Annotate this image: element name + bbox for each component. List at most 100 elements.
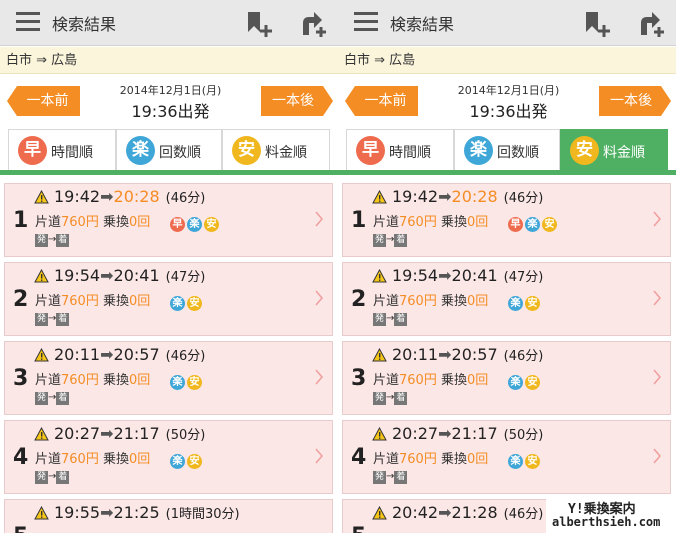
tab-sort-fare[interactable]: 安 料金順 [560,129,668,170]
dep-arr-chips: 発 → 着 [35,392,70,405]
result-row[interactable]: 3 20:11➡20:57 (46分) 片道760円 乗換0回 楽安 発 → 着 [342,341,671,415]
tab-sort-time[interactable]: 早 時間順 [346,129,454,170]
chevron-right-icon [653,211,662,227]
tab-sort-time[interactable]: 早 時間順 [8,129,116,170]
result-times: 20:27➡21:17 (50分) [392,424,543,443]
transfer-label: 乗換 [102,373,129,388]
easy-badge-icon: 楽 [508,296,523,311]
result-row[interactable]: 1 19:42➡20:28 (46分) 片道760円 乗換0回 早楽安 発 → 着 [4,183,333,257]
bookmark-add-icon[interactable] [245,10,275,38]
chevron-right-icon [653,290,662,306]
previous-train-button[interactable]: 一本前 [345,86,418,116]
result-row[interactable]: 1 19:42➡20:28 (46分) 片道760円 乗換0回 早楽安 発 → 着 [342,183,671,257]
warning-icon [34,506,49,520]
tab-label: 料金順 [603,145,645,161]
cheap-badge-icon: 安 [232,136,261,165]
app-bar: 検索結果 [338,0,676,46]
fare-transfer: 片道760円 乗換0回 [35,448,150,467]
fastest-badge-icon: 早 [356,136,385,165]
watermark: Y!乗換案内 alberthsieh.com [546,496,676,533]
fare-label: 片道 [35,294,62,309]
arrival-time: 20:57 [451,345,498,364]
transfer-label: 乗換 [102,452,129,467]
arrive-chip: 着 [394,313,408,326]
arrow-right-icon: ➡ [100,345,114,364]
fastest-badge-icon: 早 [170,217,185,232]
cheap-badge-icon: 安 [542,217,557,232]
duration: (46分) [165,191,206,206]
fare-transfer: 片道760円 乗換0回 [35,211,150,230]
chevron-right-icon [315,369,324,385]
arrow-right-icon: ➡ [100,266,114,285]
next-train-button[interactable]: 一本後 [599,86,671,116]
search-date: 2014年12月1日(月) [119,84,222,97]
departure-time: 20:27 [392,424,439,443]
depart-chip: 発 [35,471,49,484]
arrow-right-icon: ➡ [100,187,114,206]
departure-time: 19:42 [54,187,101,206]
arrow-right-icon: ➡ [438,503,452,522]
fare-label: 片道 [373,373,400,388]
duration: (46分) [503,507,544,522]
result-rank: 4 [351,445,367,470]
tab-sort-transfers[interactable]: 楽 回数順 [116,129,222,170]
result-badges: 楽安 [170,370,204,390]
result-row[interactable]: 3 20:11➡20:57 (46分) 片道760円 乗換0回 楽安 発 → 着 [4,341,333,415]
sort-tabs: 早 時間順 楽 回数順 安 料金順 [338,129,676,175]
cheap-badge-icon: 安 [187,454,202,469]
dep-arr-chips: 発 → 着 [35,471,70,484]
time-navigation: 一本前 2014年12月1日(月) 19:36出発 一本後 [0,75,338,129]
fare-value: 760円 [61,452,99,467]
result-rank: 3 [13,366,29,391]
route-from-to: 白市 ⇒ 広島 [338,47,676,74]
duration: (1時間30分) [165,507,240,522]
cheap-badge-icon: 安 [187,375,202,390]
next-train-button[interactable]: 一本後 [261,86,333,116]
result-times: 19:54➡20:41 (47分) [392,266,543,285]
cheap-badge-icon: 安 [204,217,219,232]
result-badges: 楽安 [508,370,542,390]
fastest-badge-icon: 早 [508,217,523,232]
transfer-label: 乗換 [440,294,467,309]
tab-label: 回数順 [497,145,539,161]
search-results-panel-fare: 検索結果 白市 ⇒ 広島 一本前 2014年12月1日(月) 19:36出発 一… [338,0,676,533]
menu-icon[interactable] [354,12,378,32]
transfer-value: 0回 [129,452,151,467]
duration: (46分) [503,349,544,364]
result-times: 20:42➡21:28 (46分) [392,503,543,522]
bookmark-add-icon[interactable] [583,10,613,38]
result-row[interactable]: 4 20:27➡21:17 (50分) 片道760円 乗換0回 楽安 発 → 着 [342,420,671,494]
tab-sort-fare[interactable]: 安 料金順 [222,129,330,170]
transfer-value: 0回 [129,294,151,309]
result-row[interactable]: 2 19:54➡20:41 (47分) 片道760円 乗換0回 楽安 発 → 着 [342,262,671,336]
chevron-right-icon [315,211,324,227]
result-times: 20:11➡20:57 (46分) [54,345,205,364]
fare-transfer: 片道760円 乗換0回 [373,369,488,388]
arrival-time: 20:41 [113,266,160,285]
depart-chip: 発 [35,234,49,247]
depart-chip: 発 [373,392,387,405]
tab-sort-transfers[interactable]: 楽 回数順 [454,129,560,170]
result-row[interactable]: 4 20:27➡21:17 (50分) 片道760円 乗換0回 楽安 発 → 着 [4,420,333,494]
result-times: 19:54➡20:41 (47分) [54,266,205,285]
result-badges: 早楽安 [508,212,559,232]
departure-time: 20:11 [392,345,439,364]
tab-label: 料金順 [265,145,307,161]
previous-train-button[interactable]: 一本前 [7,86,80,116]
fare-transfer: 片道760円 乗換0回 [373,211,488,230]
menu-icon[interactable] [16,12,40,32]
departure-time: 19:54 [54,266,101,285]
result-times: 19:42➡20:28 (46分) [54,187,205,206]
arrive-chip: 着 [56,471,70,484]
arrow-right-icon: ➡ [438,424,452,443]
dep-arr-chips: 発 → 着 [373,392,408,405]
departure-time: 19:36出発 [131,102,210,121]
result-row[interactable]: 5 19:55➡21:25 (1時間30分) [4,499,333,533]
result-row[interactable]: 2 19:54➡20:41 (47分) 片道760円 乗換0回 楽安 発 → 着 [4,262,333,336]
route-add-icon[interactable] [636,10,666,38]
route-from-to: 白市 ⇒ 広島 [0,47,338,74]
result-times: 19:55➡21:25 (1時間30分) [54,503,240,522]
transfer-value: 0回 [467,294,489,309]
route-add-icon[interactable] [298,10,328,38]
result-rank: 5 [351,524,366,533]
